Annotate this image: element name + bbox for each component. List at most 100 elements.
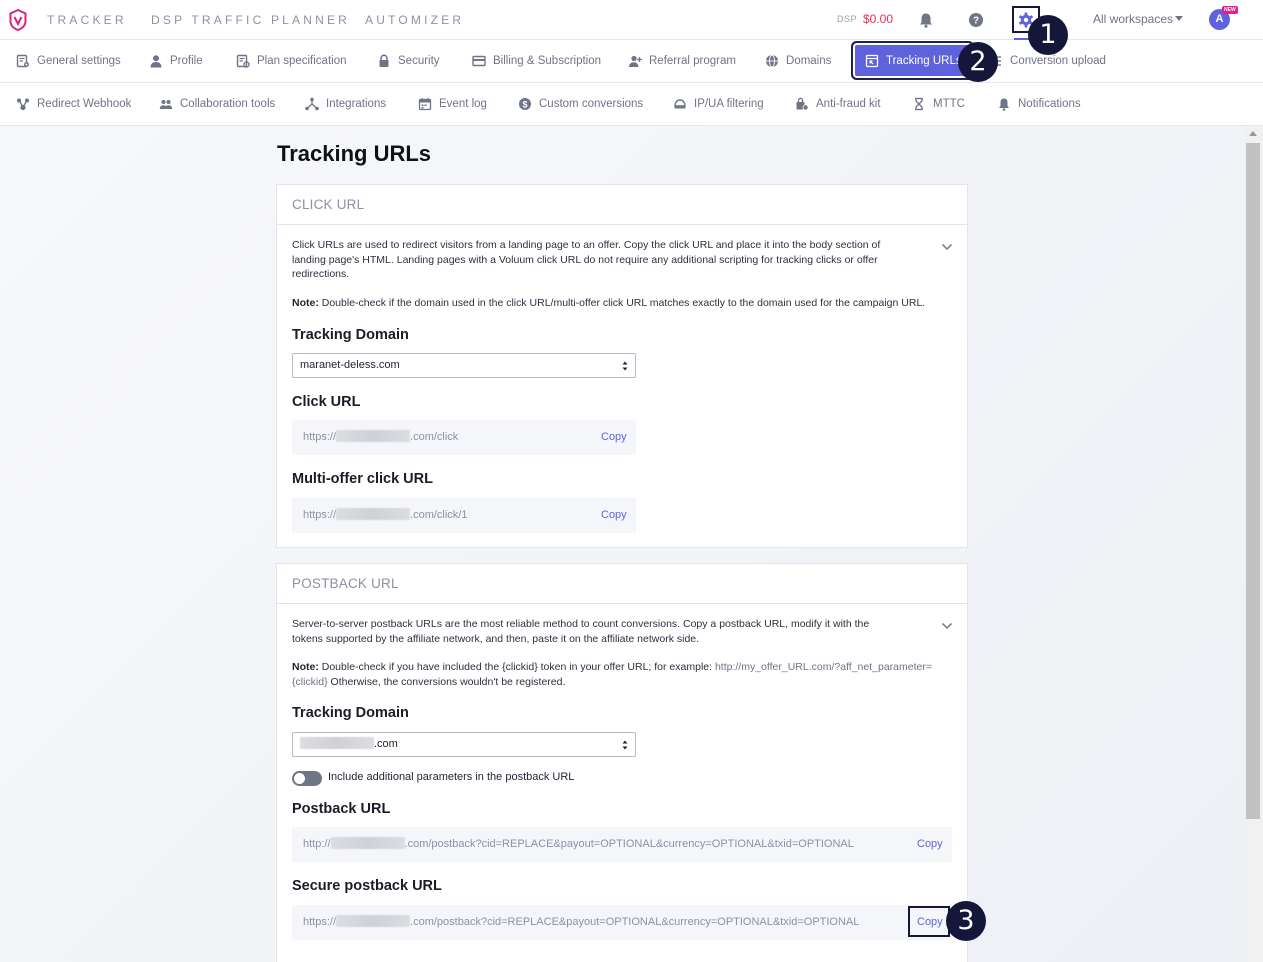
bell-icon[interactable] [917, 11, 935, 29]
card-icon [472, 55, 486, 67]
tab-label: IP/UA filtering [694, 98, 764, 110]
profile-icon [150, 55, 162, 68]
tab-mttc[interactable]: MTTC [912, 83, 965, 125]
tab-security[interactable]: Security [377, 40, 440, 82]
help-icon[interactable]: ? [967, 11, 985, 29]
tab-general-settings[interactable]: General settings [16, 40, 121, 82]
tab-anti-fraud-kit[interactable]: Anti-fraud kit [795, 83, 881, 125]
scrollbar-thumb[interactable] [1246, 143, 1260, 819]
tab-label: Conversion upload [1010, 55, 1106, 67]
users-icon [159, 100, 173, 109]
callout-2: 2 [958, 42, 998, 82]
click-url-card: CLICK URL Click URLs are used to redirec… [276, 184, 968, 548]
additional-params-toggle[interactable] [292, 771, 322, 786]
nav-automizer[interactable]: AUTOMIZER [365, 13, 464, 27]
tab-label: Event log [439, 98, 487, 110]
tab-ip-ua-filtering[interactable]: IP/UA filtering [673, 83, 764, 125]
select-arrows-icon [622, 740, 628, 750]
secure-postback-url-label: Secure postback URL [292, 878, 442, 894]
chevron-down-icon [1175, 16, 1184, 21]
selected-domain: maranet-deless.com [300, 359, 400, 371]
tab-label: Anti-fraud kit [816, 98, 881, 110]
tab-redirect-webhook[interactable]: Redirect Webhook [16, 83, 131, 125]
copy-highlight [908, 906, 950, 937]
url-suffix: .com/postback?cid=REPLACE&payout=OPTIONA… [410, 916, 860, 928]
secure-postback-url-field[interactable]: https:// .com/postback?cid=REPLACE&payout… [292, 905, 952, 940]
general-settings-icon [16, 54, 29, 68]
scroll-up-arrow-icon[interactable] [1249, 131, 1257, 136]
url-suffix: .com/click/1 [410, 509, 468, 521]
page-title: Tracking URLs [277, 141, 432, 166]
dsp-label: DSP [837, 14, 858, 24]
tracking-domain-select[interactable]: maranet-deless.com [292, 353, 636, 378]
copy-multi-offer-url-button[interactable]: Copy [601, 498, 627, 533]
settings-tabs-row-1: General settings Profile Plan specificat… [0, 40, 1263, 83]
multi-offer-url-field[interactable]: https:// .com/click/1 Copy [292, 498, 636, 533]
tab-label: General settings [37, 55, 121, 67]
tab-profile[interactable]: Profile [149, 40, 203, 82]
chevron-down-icon[interactable] [941, 243, 953, 251]
tab-label: Custom conversions [539, 98, 644, 110]
copy-postback-url-button[interactable]: Copy [917, 827, 943, 862]
tab-label: Domains [786, 55, 832, 67]
tab-label: MTTC [933, 98, 965, 110]
url-suffix: .com/click [410, 431, 459, 443]
note-text: Double-check if you have included the {c… [318, 661, 715, 673]
workspaces-dropdown[interactable]: All workspaces [1093, 12, 1184, 26]
tab-label: Referral program [649, 55, 736, 67]
webhook-icon [17, 98, 29, 111]
tab-custom-conversions[interactable]: $ Custom conversions [518, 83, 643, 125]
chevron-down-icon[interactable] [941, 622, 953, 630]
tab-label: Security [398, 55, 440, 67]
postback-url-field[interactable]: http:// .com/postback?cid=REPLACE&payout=… [292, 827, 952, 862]
bell-icon [999, 98, 1009, 111]
redacted-domain [336, 430, 411, 442]
tab-referral-program[interactable]: Referral program [628, 40, 736, 82]
note-text: Double-check if the domain used in the c… [318, 297, 926, 309]
globe-icon [766, 54, 778, 68]
antifraud-icon [796, 97, 809, 111]
click-url-label: Click URL [292, 394, 361, 410]
tab-label: Plan specification [257, 55, 347, 67]
redacted-domain [336, 508, 411, 520]
tab-label: Collaboration tools [180, 98, 276, 110]
selected-domain-suffix: .com [374, 738, 398, 750]
tab-integrations[interactable]: Integrations [305, 83, 386, 125]
click-url-header: CLICK URL [277, 185, 967, 225]
tab-label: Redirect Webhook [37, 98, 132, 110]
svg-text:?: ? [973, 16, 979, 27]
note-label: Note: [292, 661, 319, 673]
tracking-url-icon [865, 54, 879, 67]
tab-label: Tracking URLs [886, 54, 962, 67]
integrations-icon [305, 97, 319, 111]
tab-billing-subscription[interactable]: Billing & Subscription [472, 40, 601, 82]
svg-text:$: $ [522, 100, 527, 110]
copy-click-url-button[interactable]: Copy [601, 420, 627, 455]
tab-label: Notifications [1018, 98, 1081, 110]
postback-domain-select[interactable]: .com [292, 732, 636, 757]
postback-url-description: Server-to-server postback URLs are the m… [292, 618, 870, 645]
tab-plan-specification[interactable]: Plan specification [236, 40, 347, 82]
settings-tabs-row-2: Redirect Webhook Collaboration tools Int… [0, 83, 1263, 126]
click-url-field[interactable]: https:// .com/click Copy [292, 420, 636, 455]
top-bar: TRACKER DSP TRAFFIC PLANNER AUTOMIZER DS… [0, 0, 1263, 40]
url-prefix: https:// [303, 431, 337, 443]
url-prefix: https:// [303, 916, 337, 928]
callout-3: 3 [946, 901, 986, 941]
new-badge: NEW [1222, 6, 1238, 14]
postback-url-card: POSTBACK URL Server-to-server postback U… [276, 563, 968, 962]
url-prefix: http:// [303, 838, 331, 850]
dsp-balance[interactable]: $0.00 [863, 12, 893, 26]
voluum-logo-icon[interactable] [9, 9, 27, 31]
tab-event-log[interactable]: Event log [418, 83, 487, 125]
redacted-domain [330, 837, 405, 849]
tab-domains[interactable]: Domains [765, 40, 831, 82]
multi-offer-url-label: Multi-offer click URL [292, 471, 433, 487]
lock-icon [379, 54, 389, 67]
nav-dsp-traffic-planner[interactable]: DSP TRAFFIC PLANNER [151, 13, 350, 27]
tab-collaboration-tools[interactable]: Collaboration tools [159, 83, 275, 125]
tab-notifications[interactable]: Notifications [997, 83, 1081, 125]
tab-label: Integrations [326, 98, 387, 110]
tab-tracking-urls[interactable]: Tracking URLs [855, 45, 970, 76]
nav-tracker[interactable]: TRACKER [47, 13, 127, 27]
